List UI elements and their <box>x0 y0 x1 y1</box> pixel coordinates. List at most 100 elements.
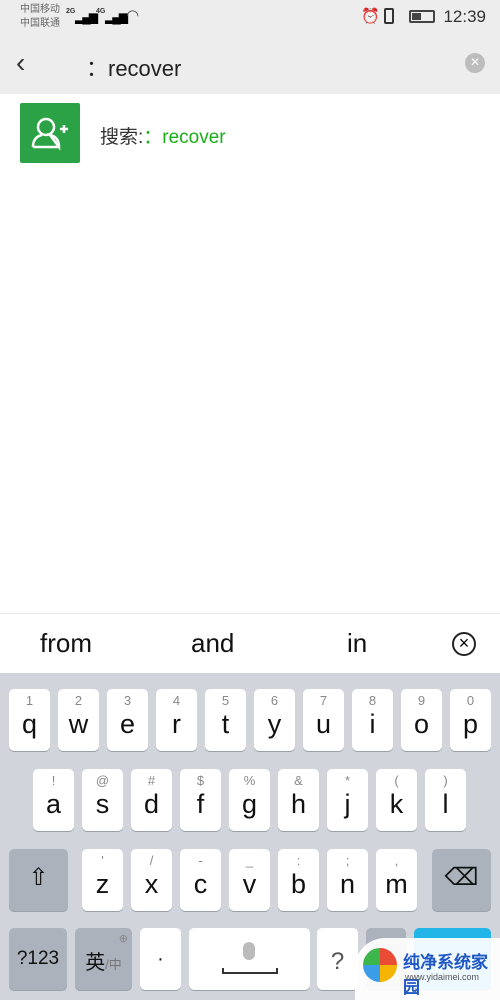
vibrate-icon <box>384 8 394 24</box>
key-hint: $ <box>196 773 205 788</box>
key-f[interactable]: $ f <box>180 769 221 831</box>
key-hint: _ <box>245 853 254 868</box>
battery-icon <box>409 10 435 23</box>
key-c[interactable]: -c <box>180 849 221 911</box>
key-y[interactable]: 6y <box>254 689 295 751</box>
key-l[interactable]: ) l <box>425 769 466 831</box>
key-q[interactable]: 1q <box>9 689 50 751</box>
search-header: ‹ ：recover × <box>0 36 500 94</box>
space-icon <box>222 968 278 974</box>
key-hint: 6 <box>270 693 279 708</box>
search-input[interactable]: ：recover <box>86 51 181 83</box>
suggestion-and[interactable]: and <box>191 628 234 659</box>
key-hint: 3 <box>123 693 132 708</box>
shift-key[interactable]: ⇧ <box>9 849 68 911</box>
key-label: u <box>315 709 332 739</box>
key-hint: 2 <box>74 693 83 708</box>
key-label: g <box>241 789 258 819</box>
key-s[interactable]: @ s <box>82 769 123 831</box>
key-j[interactable]: * j <box>327 769 368 831</box>
backspace-key[interactable]: ⌫ <box>432 849 491 911</box>
key-label: w <box>68 709 89 739</box>
key-hint: 4 <box>172 693 181 708</box>
key-h[interactable]: & h <box>278 769 319 831</box>
key-label: v <box>242 869 257 899</box>
close-suggestions-icon[interactable]: × <box>452 632 476 656</box>
key-label: e <box>119 709 136 739</box>
key-hint: 0 <box>466 693 475 708</box>
key-label: o <box>413 709 430 739</box>
clear-icon[interactable]: × <box>465 53 485 73</box>
key-label: d <box>143 789 160 819</box>
numbers-key[interactable]: ?123 <box>9 928 67 990</box>
key-w[interactable]: 2w <box>58 689 99 751</box>
watermark-logo: 纯净系统家园 www.yidaimei.com <box>355 938 500 1000</box>
key-label: h <box>290 789 307 819</box>
suggestion-in[interactable]: in <box>347 628 367 659</box>
key-hint: ! <box>51 773 56 788</box>
key-hint: - <box>198 853 203 868</box>
signal-2g-icon: 2G <box>66 8 76 15</box>
key-hint: 5 <box>221 693 230 708</box>
key-k[interactable]: (k <box>376 769 417 831</box>
add-contact-icon[interactable] <box>20 103 80 163</box>
key-label: j <box>344 789 351 819</box>
key-o[interactable]: 9o <box>401 689 442 751</box>
key-label: n <box>339 869 356 899</box>
key-hint: 7 <box>319 693 328 708</box>
alarm-icon: ⏰ <box>361 8 380 25</box>
signal-bars-icon: ▂▄▆ <box>75 10 98 24</box>
key-z[interactable]: ' z <box>82 849 123 911</box>
key-n[interactable]: ; n <box>327 849 368 911</box>
key-t[interactable]: 5t <box>205 689 246 751</box>
key-r[interactable]: 4r <box>156 689 197 751</box>
result-prefix: 搜索: <box>100 127 144 148</box>
back-icon[interactable]: ‹ <box>16 48 25 78</box>
key-hint: : <box>296 853 301 868</box>
key-label: p <box>462 709 479 739</box>
search-results: 搜索:：recover <box>0 94 500 613</box>
key-b[interactable]: :b <box>278 849 319 911</box>
dot-key[interactable]: · <box>140 928 181 990</box>
key-hint: ) <box>443 773 448 788</box>
key-label: q <box>21 709 38 739</box>
key-label: t <box>221 709 230 739</box>
key-m[interactable]: ,m <box>376 849 417 911</box>
key-d[interactable]: # d <box>131 769 172 831</box>
globe-icon: ⊕ <box>118 933 128 945</box>
signal-4g-icon: 4G <box>96 8 106 15</box>
key-g[interactable]: % g <box>229 769 270 831</box>
key-hint: ( <box>394 773 399 788</box>
key-hint: * <box>344 773 351 788</box>
key-hint: , <box>394 853 399 868</box>
language-key[interactable]: ⊕ 英/中 <box>75 928 132 990</box>
key-hint: ; <box>345 853 350 868</box>
key-label: m <box>385 869 408 899</box>
search-result-item[interactable]: 搜索:：recover <box>100 122 226 149</box>
key-e[interactable]: 3e <box>107 689 148 751</box>
key-hint: ' <box>101 853 104 868</box>
key-hint: 9 <box>417 693 426 708</box>
key-x[interactable]: / x <box>131 849 172 911</box>
key-hint: @ <box>95 773 110 788</box>
key-hint: / <box>149 853 154 868</box>
key-label: i <box>369 709 376 739</box>
question-key[interactable]: ? <box>317 928 358 990</box>
space-key[interactable] <box>189 928 310 990</box>
key-v[interactable]: _ v <box>229 849 270 911</box>
key-label: b <box>290 869 307 899</box>
key-label: z <box>95 869 110 899</box>
key-hint: # <box>147 773 156 788</box>
key-hint: % <box>243 773 256 788</box>
wifi-icon: ◠ <box>126 7 140 24</box>
suggestion-from[interactable]: from <box>40 628 92 659</box>
key-label: f <box>196 789 205 819</box>
key-i[interactable]: 8i <box>352 689 393 751</box>
status-bar: 中国移动 中国联通 2G ▂▄▆ 4G ▂▄▆ ◠ ⏰ 12:39 <box>0 0 500 36</box>
key-a[interactable]: ! a <box>33 769 74 831</box>
key-label: k <box>389 789 404 819</box>
key-p[interactable]: 0p <box>450 689 491 751</box>
key-u[interactable]: 7u <box>303 689 344 751</box>
clock: 12:39 <box>443 7 486 26</box>
carrier-2: 中国联通 <box>20 18 60 29</box>
